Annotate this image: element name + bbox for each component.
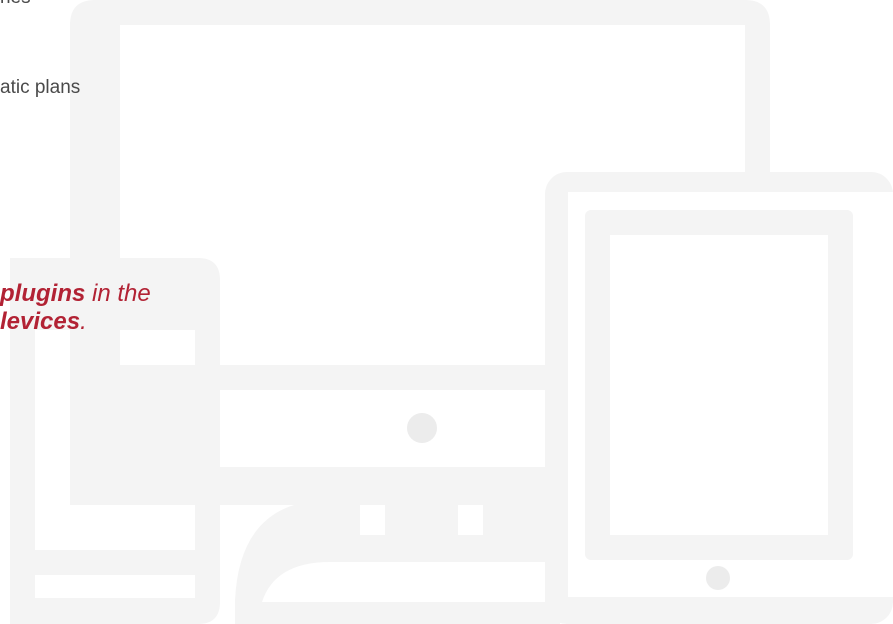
tagline-text-1: in the: [85, 280, 151, 307]
tagline-line-2: levices.: [0, 308, 151, 336]
feature-text-2: atic plans: [0, 77, 81, 98]
tagline-line-1: plugins in the: [0, 280, 151, 308]
feature-text-1: ries: [0, 0, 31, 10]
hero-section: ries atic plans plugins in the levices.: [0, 0, 893, 624]
tablet-icon: [545, 172, 893, 624]
tagline-highlight-plugins: plugins: [0, 280, 86, 307]
tagline: plugins in the levices.: [0, 280, 151, 336]
tagline-text-2: .: [80, 308, 87, 335]
tagline-highlight-devices: levices: [0, 308, 81, 335]
